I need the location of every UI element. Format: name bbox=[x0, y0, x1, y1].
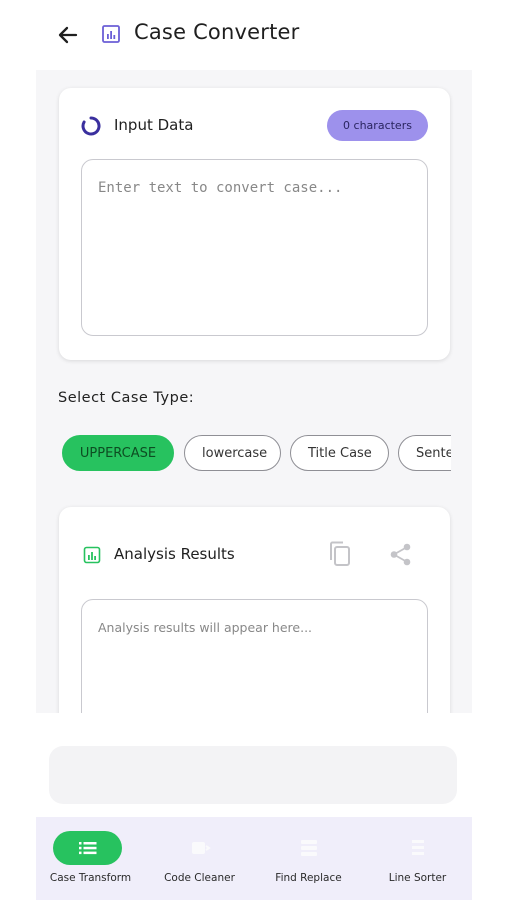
chip-label: Sentence case bbox=[416, 445, 451, 461]
nav-find-replace[interactable]: Find Replace bbox=[254, 817, 363, 900]
results-placeholder: Analysis results will appear here... bbox=[98, 620, 313, 635]
list-icon bbox=[78, 842, 96, 855]
main-content[interactable]: Input Data 0 characters Enter text to co… bbox=[36, 70, 472, 713]
nav-line-sorter[interactable]: Line Sorter bbox=[363, 817, 472, 900]
character-count-badge: 0 characters bbox=[327, 110, 428, 141]
results-card-title: Analysis Results bbox=[114, 545, 235, 563]
nav-code-cleaner[interactable]: Code Cleaner bbox=[145, 817, 254, 900]
case-type-label: Select Case Type: bbox=[58, 390, 195, 406]
chip-title-case[interactable]: Title Case bbox=[290, 435, 389, 471]
nav-case-transform[interactable]: Case Transform bbox=[36, 817, 145, 900]
input-card: Input Data 0 characters Enter text to co… bbox=[59, 88, 450, 360]
chart-icon bbox=[83, 546, 101, 564]
copy-icon[interactable] bbox=[327, 540, 353, 568]
arrow-left-icon bbox=[58, 26, 78, 44]
nav-active-indicator bbox=[53, 831, 122, 865]
nav-label: Line Sorter bbox=[388, 872, 447, 884]
case-type-chips[interactable]: UPPERCASE lowercase Title Case Sentence … bbox=[62, 435, 451, 471]
nav-label: Find Replace bbox=[275, 872, 342, 884]
ring-icon bbox=[80, 115, 102, 137]
chip-label: lowercase bbox=[202, 445, 268, 461]
ad-banner-area bbox=[49, 746, 457, 804]
nav-label: Code Cleaner bbox=[164, 872, 235, 884]
chip-lowercase[interactable]: lowercase bbox=[184, 435, 281, 471]
replace-icon bbox=[301, 840, 317, 856]
input-placeholder: Enter text to convert case... bbox=[98, 180, 343, 196]
input-card-title: Input Data bbox=[114, 116, 194, 134]
back-button[interactable] bbox=[54, 22, 82, 48]
page-title: Case Converter bbox=[134, 20, 300, 44]
results-output[interactable]: Analysis results will appear here... bbox=[81, 599, 428, 713]
app-bar: Case Converter bbox=[0, 0, 506, 70]
bottom-navigation: Case Transform Code Cleaner Find Replace… bbox=[36, 817, 472, 900]
chart-box-icon bbox=[101, 24, 121, 44]
chip-label: Title Case bbox=[308, 445, 372, 461]
chip-label: UPPERCASE bbox=[79, 445, 157, 461]
code-icon bbox=[192, 842, 211, 854]
results-card: Analysis Results Analysis results will a… bbox=[59, 507, 450, 713]
nav-label: Case Transform bbox=[49, 872, 132, 884]
sort-icon bbox=[412, 840, 424, 855]
share-icon[interactable] bbox=[388, 542, 413, 567]
chip-uppercase[interactable]: UPPERCASE bbox=[62, 435, 174, 471]
chip-sentence-case[interactable]: Sentence case bbox=[398, 435, 451, 471]
input-textarea[interactable]: Enter text to convert case... bbox=[81, 159, 428, 336]
